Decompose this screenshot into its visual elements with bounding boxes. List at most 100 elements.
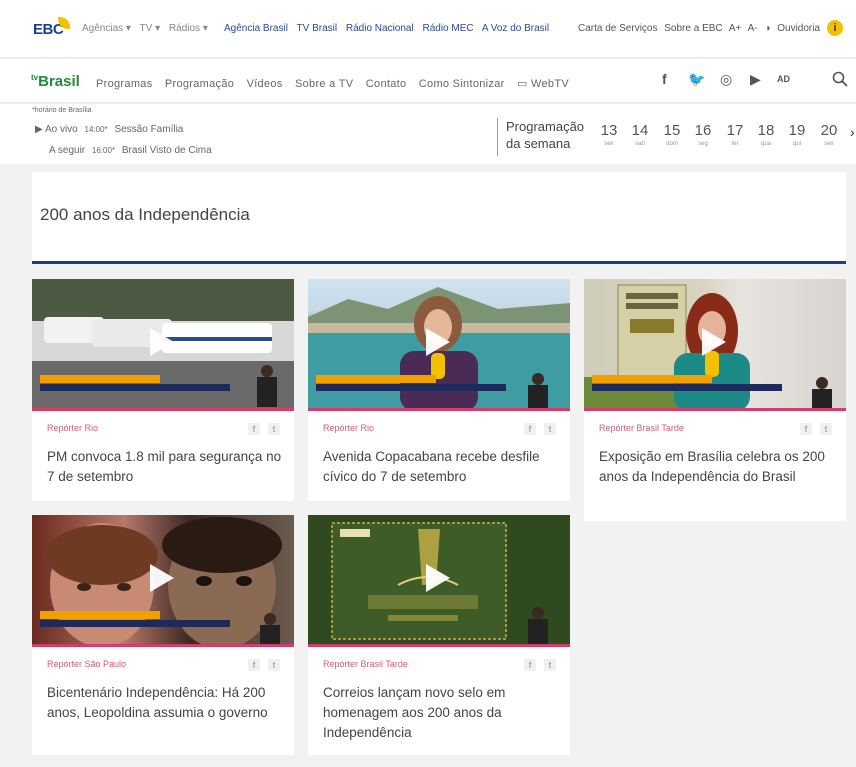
top-nav-brands: Agência Brasil TV Brasil Rádio Nacional … [224, 23, 555, 34]
section-title-box: 200 anos da Independência [32, 172, 846, 264]
play-icon[interactable] [702, 328, 726, 356]
day-15[interactable]: 15 dom [659, 122, 685, 147]
twitter-share-icon[interactable]: t [268, 423, 280, 435]
day-20[interactable]: 20 sex [816, 122, 842, 147]
day-number: 14 [631, 122, 649, 139]
news-badge [592, 375, 712, 383]
menu-videos[interactable]: Vídeos [247, 78, 283, 90]
up-next[interactable]: A seguir 16:00* Brasil Visto de Cima [49, 145, 212, 156]
program-name[interactable]: Repórter Brasil Tarde [599, 423, 684, 433]
schedule-divider [497, 118, 498, 156]
twitter-icon[interactable]: 🐦 [688, 71, 705, 88]
timezone-note: *horário de Brasília [32, 107, 92, 114]
chevron-right-icon[interactable]: › [850, 124, 855, 140]
menu-programacao[interactable]: Programação [165, 78, 234, 90]
video-headline[interactable]: Exposição em Brasília celebra os 200 ano… [599, 447, 839, 487]
day-weekday: sab [635, 141, 645, 147]
day-weekday: dom [666, 141, 678, 147]
day-weekday: sex [604, 141, 614, 147]
page-title: 200 anos da Independência [40, 205, 250, 224]
nav-tv[interactable]: TV ▾ [140, 23, 161, 34]
tv-brasil-logo[interactable]: tvBrasil [31, 73, 80, 90]
now-playing[interactable]: ▶ Ao vivo 14:00* Sessão Família [35, 124, 183, 135]
nav-tv-brasil[interactable]: TV Brasil [297, 23, 338, 34]
day-14[interactable]: 14 sab [627, 122, 653, 147]
font-decrease-button[interactable]: A- [748, 23, 758, 34]
play-icon[interactable] [150, 328, 174, 356]
twitter-share-icon[interactable]: t [820, 423, 832, 435]
video-thumbnail[interactable] [32, 515, 294, 647]
play-icon[interactable] [426, 328, 450, 356]
video-card[interactable]: Repórter Rio f t PM convoca 1.8 mil para… [32, 279, 294, 501]
nav-radio-nacional[interactable]: Rádio Nacional [346, 23, 414, 34]
day-number: 17 [726, 122, 744, 139]
play-icon[interactable] [426, 564, 450, 592]
nav-radio-mec[interactable]: Rádio MEC [422, 23, 473, 34]
video-card[interactable]: Repórter Rio f t Avenida Copacabana rece… [308, 279, 570, 501]
video-headline[interactable]: Avenida Copacabana recebe desfile cívico… [323, 447, 563, 487]
youtube-icon[interactable]: ▶ [750, 71, 761, 88]
nav-ouvidoria[interactable]: Ouvidoria [777, 23, 820, 34]
day-weekday: seg [698, 141, 708, 147]
program-name[interactable]: Repórter Brasil Tarde [323, 659, 408, 669]
menu-sobre-tv[interactable]: Sobre a TV [295, 78, 353, 90]
video-headline[interactable]: Bicentenário Independência: Há 200 anos,… [47, 683, 287, 723]
nav-radios[interactable]: Rádios ▾ [169, 23, 208, 34]
video-thumbnail[interactable] [32, 279, 294, 411]
facebook-share-icon[interactable]: f [248, 659, 260, 671]
top-nav-dropdowns: Agências ▾ TV ▾ Rádios ▾ [82, 23, 214, 34]
day-17[interactable]: 17 ter [722, 122, 748, 147]
nav-agencias[interactable]: Agências ▾ [82, 23, 131, 34]
menu-como-sintonizar[interactable]: Como Sintonizar [419, 78, 505, 90]
facebook-share-icon[interactable]: f [800, 423, 812, 435]
nav-agencia-brasil[interactable]: Agência Brasil [224, 23, 288, 34]
twitter-share-icon[interactable]: t [544, 423, 556, 435]
program-name[interactable]: Repórter Rio [323, 423, 374, 433]
play-arrow-icon: ▶ [35, 124, 43, 135]
video-headline[interactable]: PM convoca 1.8 mil para segurança no 7 d… [47, 447, 287, 487]
font-increase-button[interactable]: A+ [729, 23, 742, 34]
video-card[interactable]: Repórter Brasil Tarde f t Exposição em B… [584, 279, 846, 521]
news-ticker [592, 384, 782, 391]
video-thumbnail[interactable] [308, 279, 570, 411]
day-weekday: sex [824, 141, 834, 147]
day-18[interactable]: 18 qua [753, 122, 779, 147]
nav-carta-servicos[interactable]: Carta de Serviços [578, 23, 657, 34]
day-19[interactable]: 19 qui [784, 122, 810, 147]
now-label: Ao vivo [44, 124, 78, 135]
play-icon[interactable] [150, 564, 174, 592]
program-name[interactable]: Repórter São Paulo [47, 659, 126, 669]
facebook-share-icon[interactable]: f [524, 423, 536, 435]
menu-webtv[interactable]: ▭ WebTV [517, 78, 569, 90]
news-ticker [316, 384, 506, 391]
ebc-logo[interactable]: EBC [33, 17, 73, 41]
instagram-icon[interactable]: ◎ [720, 71, 732, 88]
now-time: 14:00* [84, 125, 108, 134]
day-16[interactable]: 16 seg [690, 122, 716, 147]
video-headline[interactable]: Correios lançam novo selo em homenagem a… [323, 683, 563, 743]
nav-sobre-ebc[interactable]: Sobre a EBC [664, 23, 722, 34]
day-13[interactable]: 13 sex [596, 122, 622, 147]
audio-description-icon[interactable]: AD [777, 74, 790, 84]
twitter-share-icon[interactable]: t [544, 659, 556, 671]
day-number: 19 [788, 122, 806, 139]
nav-voz-do-brasil[interactable]: A Voz do Brasil [482, 23, 549, 34]
facebook-share-icon[interactable]: f [524, 659, 536, 671]
contrast-icon[interactable]: ◑ [764, 23, 770, 34]
program-name[interactable]: Repórter Rio [47, 423, 98, 433]
facebook-icon[interactable]: f [662, 71, 667, 87]
video-card[interactable]: Repórter São Paulo f t Bicentenário Inde… [32, 515, 294, 755]
twitter-share-icon[interactable]: t [268, 659, 280, 671]
menu-programas[interactable]: Programas [96, 78, 153, 90]
search-icon[interactable] [832, 71, 848, 87]
video-thumbnail[interactable] [308, 515, 570, 647]
week-schedule-link[interactable]: Programação da semana [506, 118, 584, 152]
day-weekday: ter [731, 141, 739, 147]
facebook-share-icon[interactable]: f [248, 423, 260, 435]
video-thumbnail[interactable] [584, 279, 846, 411]
video-card[interactable]: Repórter Brasil Tarde f t Correios lança… [308, 515, 570, 755]
day-number: 18 [757, 122, 775, 139]
info-icon[interactable]: i [827, 20, 843, 36]
tv-brasil-logo-text: Brasil [38, 73, 80, 90]
menu-contato[interactable]: Contato [366, 78, 407, 90]
